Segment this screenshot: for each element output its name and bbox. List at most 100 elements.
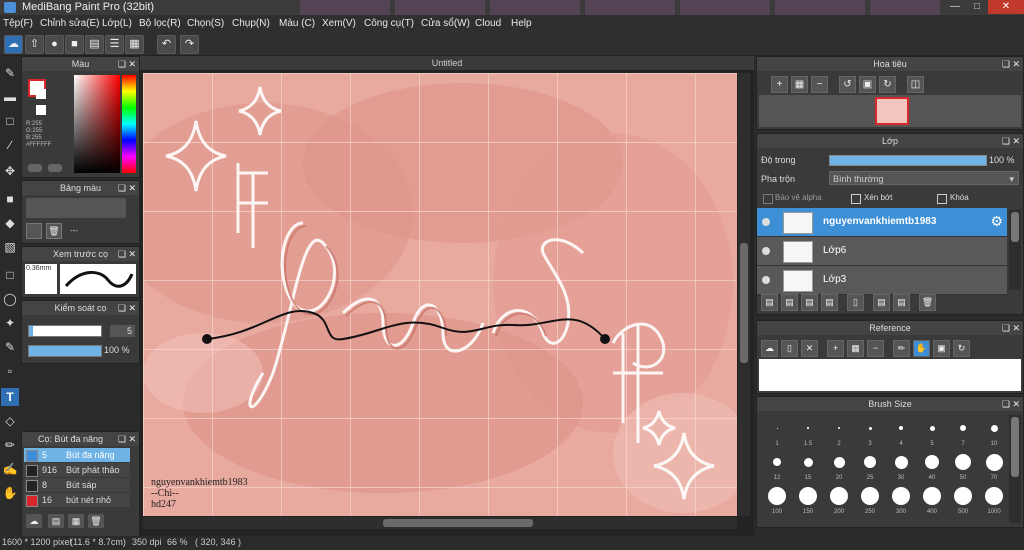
brush-size-scrollbar[interactable]: [1009, 415, 1021, 523]
add-layer-menu-icon[interactable]: ▤: [821, 294, 838, 311]
hue-slider[interactable]: [122, 75, 136, 173]
brush-size-option[interactable]: 70: [980, 451, 1008, 483]
list-icon[interactable]: ☰: [105, 35, 124, 54]
eyedropper-icon[interactable]: ✍: [1, 460, 19, 478]
cloud-icon[interactable]: ☁: [4, 35, 23, 54]
brush-size-option[interactable]: 50: [949, 451, 977, 483]
layer-opacity-slider[interactable]: [829, 155, 987, 166]
folder-icon[interactable]: ▯: [847, 294, 864, 311]
menu-color[interactable]: Màu (C): [279, 18, 315, 29]
hand-tool-icon[interactable]: ✋: [1, 484, 19, 502]
team-icon[interactable]: ●: [45, 35, 64, 54]
panel-close-icon[interactable]: ❏ ✕: [1002, 57, 1020, 71]
brush-size-option[interactable]: 200: [825, 485, 853, 517]
brush-size-option[interactable]: 40: [918, 451, 946, 483]
brush-size-option[interactable]: 15: [794, 451, 822, 483]
close-icon[interactable]: ✕: [988, 0, 1024, 14]
brush-size-option[interactable]: 1000: [980, 485, 1008, 517]
panel-close-icon[interactable]: ❏ ✕: [1002, 397, 1020, 411]
panel-close-icon[interactable]: ❏ ✕: [118, 301, 136, 315]
brush-size-option[interactable]: 1: [763, 417, 791, 449]
brush-size-option[interactable]: 10: [980, 417, 1008, 449]
zoom-in-icon[interactable]: +: [827, 340, 844, 357]
palette-selector[interactable]: [26, 198, 126, 218]
gear-icon[interactable]: ⚙: [990, 213, 1003, 230]
eye-icon[interactable]: [762, 247, 770, 255]
fill-rect-tool-icon[interactable]: ■: [1, 190, 19, 208]
flip-icon[interactable]: ◫: [907, 76, 924, 93]
reset-view-icon[interactable]: ▣: [859, 76, 876, 93]
gradient-tool-icon[interactable]: ▧: [1, 238, 19, 256]
protect-alpha-checkbox[interactable]: [763, 194, 773, 204]
hand-icon[interactable]: ✋: [913, 340, 930, 357]
eye-icon[interactable]: [762, 276, 770, 284]
new-palette-icon[interactable]: [26, 223, 42, 239]
menu-cloud[interactable]: Cloud: [475, 18, 501, 29]
browser-tab[interactable]: [585, 0, 675, 15]
fit-icon[interactable]: ▦: [791, 76, 808, 93]
undo-icon[interactable]: ↶: [157, 35, 176, 54]
menu-tools[interactable]: Công cụ(T): [364, 18, 414, 29]
cloud-brush-icon[interactable]: ☁: [26, 514, 42, 528]
menu-capture[interactable]: Chụp(N): [232, 18, 270, 29]
menu-view[interactable]: Xem(V): [322, 18, 356, 29]
bucket-tool-icon[interactable]: ◆: [1, 214, 19, 232]
rotate-left-icon[interactable]: ↺: [839, 76, 856, 93]
panel-close-icon[interactable]: ❏ ✕: [1002, 134, 1020, 148]
rotate-right-icon[interactable]: ↻: [879, 76, 896, 93]
panel-close-icon[interactable]: ❏ ✕: [1002, 321, 1020, 335]
brush-size-option[interactable]: 100: [763, 485, 791, 517]
line-tool-icon[interactable]: ∕: [1, 136, 19, 154]
browser-tab[interactable]: [870, 0, 940, 15]
lock-checkbox[interactable]: [937, 194, 947, 204]
clip-checkbox[interactable]: [851, 194, 861, 204]
color-mode-button[interactable]: [28, 164, 42, 172]
reset-view-icon[interactable]: ▣: [933, 340, 950, 357]
comment-icon[interactable]: ■: [65, 35, 84, 54]
zoom-out-icon[interactable]: −: [811, 76, 828, 93]
zoom-in-icon[interactable]: +: [771, 76, 788, 93]
brush-size-option[interactable]: 7: [949, 417, 977, 449]
brush-tool-icon[interactable]: ✎: [1, 64, 19, 82]
folder-icon[interactable]: ▯: [781, 340, 798, 357]
brush-size-option[interactable]: 3: [856, 417, 884, 449]
brush-list-item[interactable]: 5 Bút đa năng: [24, 448, 130, 462]
move-tool-icon[interactable]: ✥: [1, 162, 19, 180]
panel-tool-icon[interactable]: ◇: [1, 412, 19, 430]
brush-size-option[interactable]: 1.5: [794, 417, 822, 449]
brush-size-slider[interactable]: [28, 325, 102, 337]
panel-close-icon[interactable]: ❏ ✕: [118, 247, 136, 261]
merge-layer-icon[interactable]: ▤: [893, 294, 910, 311]
horizontal-scrollbar[interactable]: [143, 517, 737, 529]
minimize-icon[interactable]: —: [944, 0, 966, 14]
brush-settings-icon[interactable]: ▦: [68, 514, 84, 528]
browser-tab[interactable]: [490, 0, 580, 15]
trash-icon[interactable]: 🗑: [46, 223, 62, 239]
brush-list-item[interactable]: 916 Bút phát thảo: [24, 463, 130, 477]
text-tool-icon[interactable]: T: [1, 388, 19, 406]
brush-size-option[interactable]: 300: [887, 485, 915, 517]
grid-icon[interactable]: ▦: [125, 35, 144, 54]
select-rect-icon[interactable]: □: [1, 266, 19, 284]
eraser-tool-icon[interactable]: ▬: [1, 88, 19, 106]
duplicate-layer-icon[interactable]: ▤: [873, 294, 890, 311]
cloud-icon[interactable]: ☁: [761, 340, 778, 357]
brush-opacity-slider[interactable]: [28, 345, 102, 357]
panel-close-icon[interactable]: ❏ ✕: [118, 57, 136, 71]
color-picker-field[interactable]: [74, 75, 120, 173]
navigator-thumbnail[interactable]: [875, 97, 909, 125]
menu-file[interactable]: Tệp(F): [3, 18, 33, 29]
brush-size-option[interactable]: 250: [856, 485, 884, 517]
brush-size-option[interactable]: 150: [794, 485, 822, 517]
brush-size-value[interactable]: 5: [110, 325, 135, 337]
page-icon[interactable]: ▤: [85, 35, 104, 54]
menu-select[interactable]: Chọn(S): [187, 18, 224, 29]
brush-size-option[interactable]: 20: [825, 451, 853, 483]
blend-mode-select[interactable]: Bình thường ▾: [829, 171, 1019, 185]
panel-close-icon[interactable]: ❏ ✕: [118, 181, 136, 195]
new-layer-1bit-icon[interactable]: ▤: [801, 294, 818, 311]
menu-edit[interactable]: Chỉnh sửa(E): [40, 18, 100, 29]
select-pen-icon[interactable]: ✎: [1, 338, 19, 356]
brush-size-option[interactable]: 12: [763, 451, 791, 483]
shape-tool-icon[interactable]: □: [1, 112, 19, 130]
